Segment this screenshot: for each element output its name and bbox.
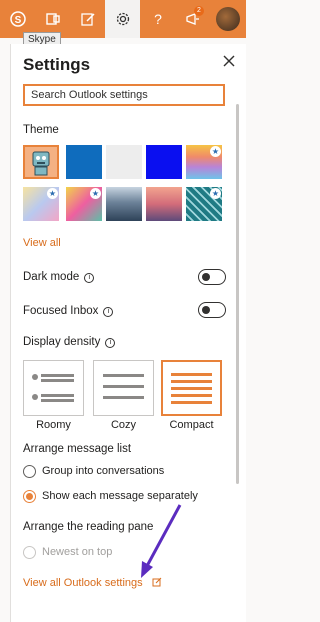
gear-icon [116,12,129,26]
view-all-themes-link[interactable]: View all [23,237,61,249]
info-icon[interactable]: i [103,307,114,317]
compose-note-icon [80,13,95,26]
toggle-knob [202,306,210,314]
star-icon: ★ [210,146,221,157]
theme-thumb-blue[interactable] [66,145,102,179]
theme-thumb-circuit[interactable]: ★ [186,187,222,221]
view-all-settings-link[interactable]: View all Outlook settings [23,577,162,589]
display-density-label: Display density [23,336,101,348]
panel-title: Settings [23,55,91,74]
focused-inbox-label: Focused Inbox [23,305,99,317]
svg-text:?: ? [154,11,162,27]
newest-on-top-radio[interactable] [23,546,36,559]
group-conversations-label[interactable]: Group into conversations [42,465,164,477]
dark-mode-toggle[interactable] [198,269,226,285]
display-density-row: Display density i [23,336,116,348]
density-roomy-option[interactable] [23,360,84,416]
skype-icon: S [9,11,26,27]
theme-heading: Theme [23,124,59,136]
toggle-knob [202,273,210,281]
open-external-icon [152,577,162,587]
svg-text:S: S [14,15,21,26]
notifications-button[interactable]: 2 [175,0,210,38]
focused-inbox-row: Focused Inbox i [23,305,114,317]
view-all-settings-label: View all Outlook settings [23,577,143,589]
office-icon [45,13,60,25]
theme-thumb-deep-blue[interactable] [146,145,182,179]
help-icon: ? [154,11,162,27]
theme-thumb-rainbow[interactable]: ★ [186,145,222,179]
roomy-lines-icon [32,374,74,402]
dark-mode-label: Dark mode [23,271,80,283]
show-separately-radio[interactable] [23,490,36,503]
density-cozy-option[interactable] [93,360,154,416]
theme-thumb-palms[interactable] [146,187,182,221]
theme-thumb-pastel[interactable]: ★ [23,187,59,221]
newest-on-top-label[interactable]: Newest on top [42,546,112,558]
group-conversations-radio[interactable] [23,465,36,478]
scrollbar[interactable] [236,104,239,484]
cozy-lines-icon [103,374,144,399]
density-roomy-label: Roomy [36,419,71,431]
star-icon: ★ [90,188,101,199]
density-compact-label: Compact [169,419,214,431]
arrange-list-heading: Arrange message list [23,443,132,455]
settings-panel: Settings Search Outlook settings Theme ★… [10,44,246,622]
account-button[interactable] [210,0,245,38]
theme-thumb-colorful[interactable]: ★ [66,187,102,221]
avatar [215,7,240,31]
focused-inbox-toggle[interactable] [198,302,226,318]
close-icon[interactable] [222,54,236,68]
help-button[interactable]: ? [140,0,175,38]
dark-mode-row: Dark mode i [23,271,95,283]
reading-pane-heading: Arrange the reading pane [23,521,154,533]
density-cozy-label: Cozy [110,419,137,431]
star-icon: ★ [210,188,221,199]
info-icon[interactable]: i [105,338,116,348]
theme-thumb-robot[interactable] [23,145,59,179]
search-input[interactable]: Search Outlook settings [23,84,225,106]
notification-badge: 2 [194,6,204,16]
show-separately-label[interactable]: Show each message separately [42,490,198,502]
theme-thumb-mountains[interactable] [106,187,142,221]
robot-icon [32,151,50,176]
compact-lines-icon [171,373,212,404]
theme-thumb-light-gray[interactable] [106,145,142,179]
info-icon[interactable]: i [84,273,95,283]
density-compact-option[interactable] [161,360,222,416]
settings-button[interactable] [105,0,140,38]
todo-button[interactable] [70,0,105,38]
star-icon: ★ [47,188,58,199]
